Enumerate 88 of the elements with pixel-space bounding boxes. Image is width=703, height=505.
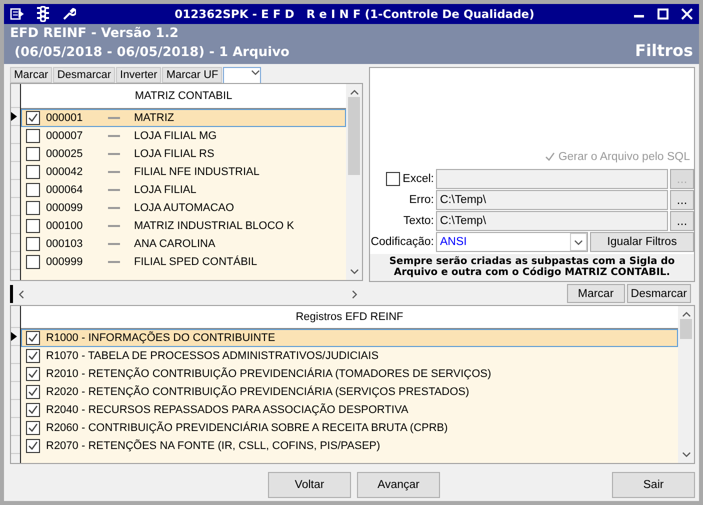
toolbar-button[interactable]: Marcar xyxy=(10,67,52,83)
company-name: FILIAL NFE INDUSTRIAL xyxy=(134,166,260,178)
checkbox[interactable] xyxy=(26,349,40,363)
field-label: Excel: xyxy=(402,173,434,185)
info-note: Sempre serão criadas as subpastas com a Sigla do Arquivo e outra com o Código MATRIZ CONTABIL. xyxy=(370,254,694,281)
footer-button[interactable]: Voltar xyxy=(268,472,351,498)
checkbox[interactable] xyxy=(26,147,40,161)
company-name: LOJA FILIAL RS xyxy=(134,148,214,160)
record-label: R1070 - TABELA DE PROCESSOS ADMINISTRATIVOS/JUDICIAIS xyxy=(46,350,379,362)
record-label: R2040 - RECURSOS REPASSADOS PARA ASSOCIAÇÃO DESPORTIVA xyxy=(46,404,408,416)
scroll-up-icon[interactable] xyxy=(682,310,690,319)
company-name: FILIAL SPED CONTÁBIL xyxy=(134,256,258,268)
close-icon[interactable] xyxy=(681,8,693,20)
footer-button[interactable]: Sair xyxy=(612,472,695,498)
sql-label: Gerar o Arquivo pelo SQL xyxy=(558,151,690,163)
row-pointer-icon xyxy=(11,332,17,341)
scrollbar-thumb[interactable] xyxy=(680,319,692,339)
column-header[interactable]: Registros EFD REINF xyxy=(21,306,678,329)
record-label: R2020 - RETENÇÃO CONTRIBUIÇÃO PREVIDENCIÁRIA (SERVIÇOS PRESTADOS) xyxy=(46,386,470,398)
toolbar-button[interactable]: Marcar UF xyxy=(162,67,222,83)
record-label: R2010 - RETENÇÃO CONTRIBUIÇÃO PREVIDENCIÁRIA (TOMADORES DE SERVIÇOS) xyxy=(46,368,492,380)
window-title: 012362SPK - E F D R e I N F (1-Controle De Qualidade) xyxy=(174,7,536,21)
company-code: 000103 xyxy=(46,238,84,250)
column-header[interactable]: MATRIZ CONTABIL xyxy=(21,84,346,109)
company-name: MATRIZ xyxy=(134,112,174,124)
checkbox[interactable] xyxy=(26,201,40,215)
toolbar-button[interactable]: Desmarcar xyxy=(53,67,116,83)
encoding-select[interactable]: ANSI xyxy=(436,232,588,252)
checkbox[interactable] xyxy=(26,421,40,435)
company-name: LOJA FILIAL MG xyxy=(134,130,217,142)
field-label: Erro: xyxy=(409,194,434,206)
row-pointer-icon xyxy=(11,112,17,121)
checkbox[interactable] xyxy=(26,183,40,197)
company-code: 000100 xyxy=(46,220,84,232)
record-button[interactable]: Desmarcar xyxy=(626,284,691,303)
company-name: ANA CAROLINA xyxy=(134,238,216,250)
company-code: 000001 xyxy=(46,112,84,124)
checkbox[interactable] xyxy=(26,439,40,453)
scroll-left-icon[interactable] xyxy=(17,290,26,298)
maximize-icon[interactable] xyxy=(657,8,669,20)
company-code: 000042 xyxy=(46,166,84,178)
record-label: R2070 - RETENÇÕES NA FONTE (IR, CSLL, COFINS, PIS/PASEP) xyxy=(46,440,380,452)
path-field[interactable]: C:\Temp\ xyxy=(436,211,668,231)
checkbox[interactable] xyxy=(26,237,40,251)
browse-button[interactable]: ... xyxy=(670,211,694,231)
checkbox[interactable] xyxy=(26,331,40,345)
record-button[interactable]: Marcar xyxy=(566,284,625,303)
checkbox[interactable] xyxy=(26,403,40,417)
company-row[interactable]: 000001 MATRIZ xyxy=(21,109,346,127)
record-row[interactable]: R1000 - INFORMAÇÕES DO CONTRIBUINTE xyxy=(21,329,678,347)
scroll-down-icon[interactable] xyxy=(350,267,358,276)
path-field[interactable]: C:\Temp\ xyxy=(436,190,668,210)
toolbar-button[interactable]: Inverter xyxy=(116,67,162,83)
company-name: LOJA AUTOMACAO xyxy=(134,202,234,214)
company-code: 000099 xyxy=(46,202,84,214)
record-label: R1000 - INFORMAÇÕES DO CONTRIBUINTE xyxy=(46,332,276,344)
checkbox[interactable] xyxy=(26,219,40,233)
scroll-down-icon[interactable] xyxy=(682,450,690,459)
app-version: EFD REINF - Versão 1.2 xyxy=(10,26,180,41)
field-label: Texto: xyxy=(403,215,434,227)
company-code: 000999 xyxy=(46,256,84,268)
traffic-light-icon[interactable] xyxy=(36,6,50,22)
path-field[interactable] xyxy=(436,169,668,189)
checkbox[interactable] xyxy=(26,129,40,143)
equalize-button[interactable]: Igualar Filtros xyxy=(590,232,694,252)
checkbox[interactable] xyxy=(26,385,40,399)
scroll-down-icon[interactable] xyxy=(574,238,583,246)
company-code: 000064 xyxy=(46,184,84,196)
checkbox[interactable] xyxy=(26,367,40,381)
company-name: LOJA FILIAL xyxy=(134,184,196,196)
company-code: 000025 xyxy=(46,148,84,160)
menu-icon[interactable] xyxy=(10,8,24,20)
company-name: MATRIZ INDUSTRIAL BLOCO K xyxy=(134,220,294,232)
checkbox[interactable] xyxy=(26,165,40,179)
section-title: Filtros xyxy=(635,41,693,60)
record-label: R2060 - CONTRIBUIÇÃO PREVIDENCIÁRIA SOBRE A RECEITA BRUTA (CPRB) xyxy=(46,422,448,434)
scroll-right-icon[interactable] xyxy=(350,290,359,298)
company-code: 000007 xyxy=(46,130,84,142)
checkbox[interactable] xyxy=(26,255,40,269)
wrench-icon[interactable] xyxy=(62,7,76,21)
field-label: Codificação: xyxy=(370,236,434,248)
browse-button[interactable]: ... xyxy=(670,190,694,210)
footer-button[interactable]: Avançar xyxy=(357,472,440,498)
scroll-down-icon[interactable] xyxy=(251,68,260,77)
scrollbar-thumb[interactable] xyxy=(348,97,360,175)
period-summary: (06/05/2018 - 06/05/2018) - 1 Arquivo xyxy=(14,45,290,60)
scroll-up-icon[interactable] xyxy=(350,88,358,97)
checkbox[interactable] xyxy=(26,111,40,125)
